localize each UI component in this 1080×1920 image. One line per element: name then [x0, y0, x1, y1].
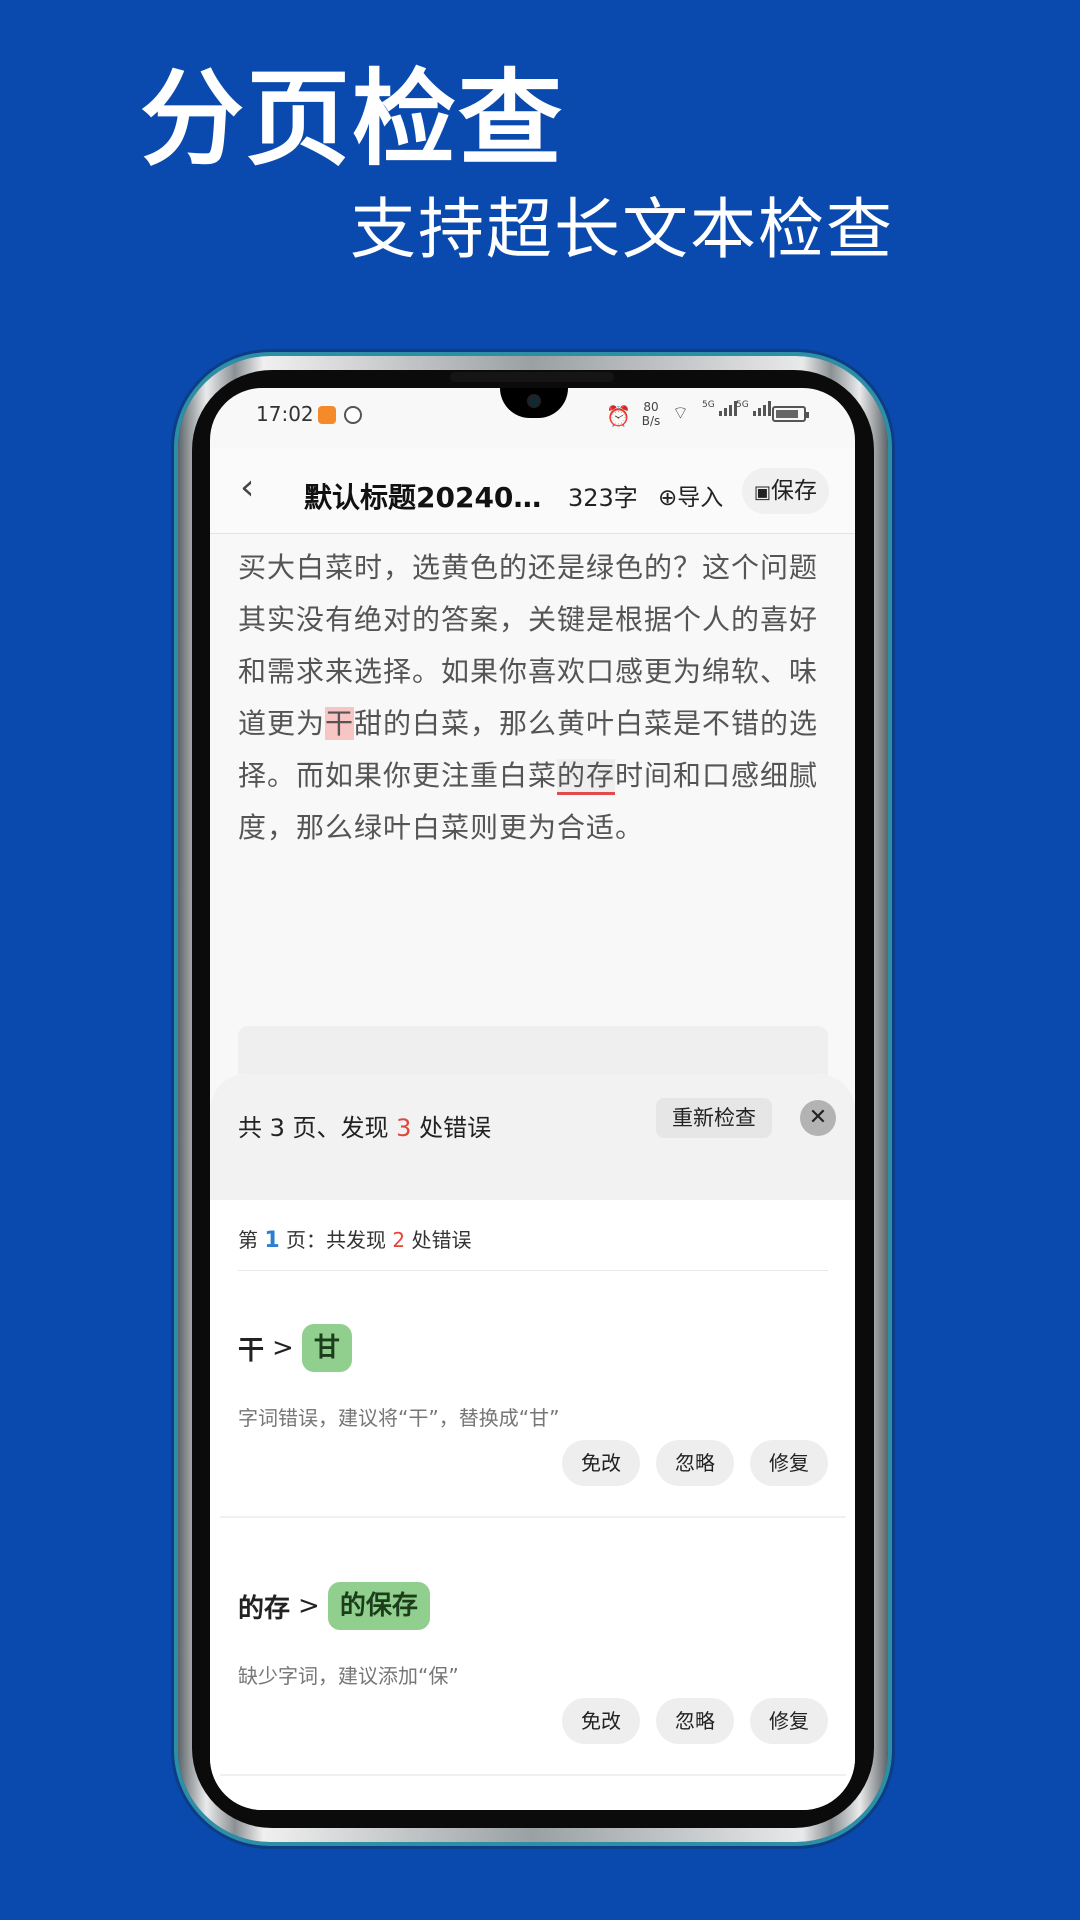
error-description: 字词错误，建议将“干”，替换成“甘”: [238, 1406, 560, 1430]
camera-icon: [527, 394, 541, 408]
error-check-sheet: 共 3 页、发现 3 处错误 重新检查 ✕ 第 1 页：共发现 2 处错误 干 …: [210, 1074, 855, 1810]
save-button[interactable]: ▣保存: [742, 468, 830, 514]
signal-icon-2: 5G: [736, 400, 771, 420]
page-prefix: 第: [238, 1228, 258, 1252]
save-label: 保存: [771, 478, 818, 504]
summary-error-count: 3: [396, 1114, 412, 1142]
exempt-button[interactable]: 免改: [562, 1698, 640, 1744]
exempt-button[interactable]: 免改: [562, 1440, 640, 1486]
net-speed-value: 80: [643, 400, 659, 414]
net-speed: 80 B/s: [638, 400, 664, 428]
close-icon[interactable]: ✕: [800, 1100, 836, 1136]
page-mid: 页：共发现: [286, 1228, 387, 1252]
page-error-count: 2: [392, 1228, 406, 1252]
recheck-button[interactable]: 重新检查: [656, 1098, 772, 1138]
alarm-icon: ⏰: [606, 404, 631, 428]
error-original: 的存: [238, 1593, 291, 1624]
page-summary: 第 1 页：共发现 2 处错误: [238, 1224, 471, 1253]
import-button[interactable]: ⊕导入: [658, 478, 723, 512]
import-label: 导入: [677, 485, 724, 511]
phone-screen: 17:02 ⏰ 80 B/s ⌔ 5G 5G ‹ 默认标题20240… 323字…: [210, 388, 855, 1810]
status-time: 17:02: [256, 402, 314, 426]
error-underline[interactable]: 的存: [557, 759, 616, 795]
save-icon: ▣: [754, 482, 772, 503]
error-description: 缺少字词，建议添加“保”: [238, 1664, 459, 1688]
wifi-icon: ⌔: [672, 403, 689, 424]
signal-2-label: 5G: [736, 400, 749, 410]
check-summary: 共 3 页、发现 3 处错误: [238, 1108, 491, 1143]
ignore-button[interactable]: 忽略: [656, 1440, 734, 1486]
suggestion-tag[interactable]: 的保存: [327, 1582, 430, 1630]
error-highlight[interactable]: 干: [325, 707, 355, 740]
error-item-head: 的存 > 的保存: [238, 1582, 430, 1630]
fix-button[interactable]: 修复: [750, 1440, 828, 1486]
document-text[interactable]: 买大白菜时，选黄色的还是绿色的？这个问题其实没有绝对的答案，关键是根据个人的喜好…: [238, 542, 828, 854]
sheet-header: 共 3 页、发现 3 处错误 重新检查 ✕: [210, 1074, 855, 1200]
page-suffix: 处错误: [411, 1228, 472, 1252]
editor-header: ‹ 默认标题20240… 323字 ⊕导入 ▣保存: [210, 448, 855, 534]
ignore-button[interactable]: 忽略: [656, 1698, 734, 1744]
word-count: 323字: [568, 484, 638, 512]
app-notification-icon: [318, 406, 336, 424]
face-notification-icon: [344, 406, 362, 424]
signal-1-label: 5G: [702, 400, 715, 410]
promo-headline: 分页检查: [140, 58, 565, 180]
error-original: 干: [238, 1335, 265, 1366]
page-number: 1: [264, 1228, 280, 1253]
suggestion-tag[interactable]: 甘: [301, 1324, 352, 1372]
divider: [220, 1516, 846, 1518]
phone-speaker: [450, 372, 614, 382]
summary-suffix: 处错误: [419, 1114, 492, 1142]
divider: [220, 1774, 846, 1776]
import-icon: ⊕: [658, 485, 678, 511]
signal-icon: 5G: [702, 400, 737, 420]
document-title[interactable]: 默认标题20240…: [304, 476, 550, 516]
summary-prefix: 共 3 页、发现: [238, 1114, 389, 1142]
fix-button[interactable]: 修复: [750, 1698, 828, 1744]
back-icon[interactable]: ‹: [240, 470, 254, 506]
net-speed-unit: B/s: [641, 414, 661, 428]
camera-notch: [500, 388, 568, 418]
divider: [238, 1270, 828, 1271]
error-item-head: 干 > 甘: [238, 1324, 352, 1372]
arrow: >: [298, 1591, 320, 1621]
status-bar: 17:02 ⏰ 80 B/s ⌔ 5G 5G: [210, 388, 855, 442]
arrow: >: [272, 1333, 294, 1363]
promo-subline: 支持超长文本检查: [350, 191, 894, 268]
battery-icon: [772, 406, 809, 422]
